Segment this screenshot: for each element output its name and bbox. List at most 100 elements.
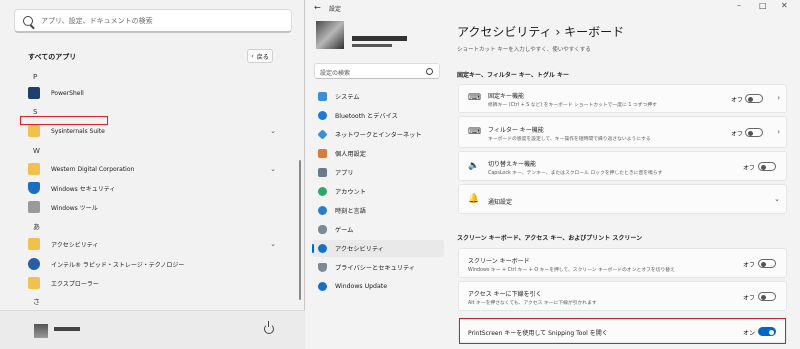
filter-keys-row[interactable]: ⌨ フィルター キー機能 キーボードの感度を設定して、キー操作を短時間で繰り返さ… <box>458 116 787 148</box>
profile-email-redacted <box>352 44 392 47</box>
profile-avatar[interactable] <box>316 21 344 49</box>
app-intel-rst[interactable]: インテル® ラピッド・ストレージ・テクノロジー <box>28 255 278 273</box>
page-subtitle: ショートカット キーを入力しやすく、使いやすくする <box>457 47 591 53</box>
toggle-keys-desc: CapsLock キー、テンキー、またはスクロール ロックを押したときに音を鳴ら… <box>488 171 663 176</box>
title-bar: ← 設定 – □ ✕ <box>305 0 800 16</box>
app-label: Windows ツール <box>51 204 98 212</box>
app-windows-tools[interactable]: Windows ツール <box>28 198 278 216</box>
person-icon <box>318 187 327 196</box>
start-search-placeholder: アプリ、設定、ドキュメントの検索 <box>41 16 153 25</box>
profile-name-redacted <box>352 36 407 41</box>
letter-header-w[interactable]: W <box>33 147 40 155</box>
selection-indicator <box>312 244 314 253</box>
app-powershell[interactable]: PowerShell <box>28 84 278 102</box>
minimize-icon[interactable]: – <box>737 1 741 10</box>
notification-settings-title: 通知設定 <box>488 199 513 206</box>
app-accessibility[interactable]: アクセシビリティ ⌄ <box>28 235 278 253</box>
nav-system[interactable]: システム <box>312 88 444 105</box>
nav-label: アカウント <box>335 189 366 196</box>
power-icon[interactable] <box>264 321 274 334</box>
filter-keys-toggle[interactable] <box>745 128 763 137</box>
accessibility-icon <box>318 244 327 253</box>
nav-time-language[interactable]: 時刻と言語 <box>312 202 444 219</box>
gamepad-icon <box>318 225 327 234</box>
filter-keys-state: オフ <box>731 131 744 138</box>
settings-window: ← 設定 – □ ✕ 設定の検索 システム Bluetooth とデバイス ネッ… <box>305 0 800 349</box>
nav-windows-update[interactable]: Windows Update <box>312 278 444 295</box>
all-apps-title: すべてのアプリ <box>28 53 77 61</box>
underline-toggle[interactable] <box>758 292 776 301</box>
nav-label: ゲーム <box>335 227 354 234</box>
back-button-label: 戻る <box>256 53 269 61</box>
letter-header-p[interactable]: P <box>33 73 37 81</box>
app-label: エクスプローラー <box>51 280 99 288</box>
toggle-keys-toggle[interactable] <box>758 162 776 171</box>
toggle-keys-row[interactable]: 🔈 切り替えキー機能 CapsLock キー、テンキー、またはスクロール ロック… <box>458 151 787 181</box>
maximize-icon[interactable]: □ <box>759 1 767 10</box>
keyboard-icon: ⌨ <box>468 93 481 103</box>
back-arrow-icon[interactable]: ← <box>314 3 321 12</box>
on-screen-keyboard-row[interactable]: スクリーン キーボード Windows キー + Ctrl キー + O キーを… <box>458 248 787 278</box>
nav-label: アプリ <box>335 170 354 177</box>
monitor-icon <box>318 92 327 101</box>
network-icon <box>317 129 328 140</box>
sticky-keys-desc: 修飾キー (Ctrl + S など) をキーボード ショートカットで一度に 1 … <box>488 103 657 108</box>
app-explorer[interactable]: エクスプローラー <box>28 274 278 292</box>
shield-icon <box>28 182 40 194</box>
tools-icon <box>28 201 40 213</box>
letter-header-sa[interactable]: さ <box>33 297 40 307</box>
start-search-box[interactable]: アプリ、設定、ドキュメントの検索 <box>14 9 292 33</box>
nav-apps[interactable]: アプリ <box>312 164 444 181</box>
section-header-filter: 固定キー、フィルター キー、トグル キー <box>457 72 569 79</box>
sticky-keys-toggle[interactable] <box>745 94 763 103</box>
chevron-down-icon[interactable]: ⌄ <box>774 195 780 203</box>
page-title: アクセシビリティ › キーボード <box>457 25 625 39</box>
nav-personalization[interactable]: 個人用設定 <box>312 145 444 162</box>
chevron-left-icon: ‹ <box>251 52 254 60</box>
nav-label: Windows Update <box>335 283 387 290</box>
app-label: インテル® ラピッド・ストレージ・テクノロジー <box>51 261 185 269</box>
underline-access-keys-row[interactable]: アクセス キーに下線を引く Alt キーを押さなくても、アクセス キーに下線が引… <box>458 281 787 311</box>
app-sysinternals-suite[interactable]: Sysinternals Suite ⌄ <box>28 122 278 140</box>
chevron-down-icon: ⌄ <box>270 127 276 135</box>
nav-label: 時刻と言語 <box>335 208 366 215</box>
nav-privacy[interactable]: プライバシーとセキュリティ <box>312 259 444 276</box>
nav-network[interactable]: ネットワークとインターネット <box>312 126 444 143</box>
scrollbar[interactable] <box>299 160 301 300</box>
folder-icon <box>28 125 40 137</box>
close-icon[interactable]: ✕ <box>781 1 788 10</box>
sticky-keys-state: オフ <box>731 97 744 104</box>
chevron-right-icon[interactable]: › <box>777 128 780 136</box>
shield-icon <box>318 263 327 272</box>
sticky-keys-row[interactable]: ⌨ 固定キー機能 修飾キー (Ctrl + S など) をキーボード ショートカ… <box>458 84 787 113</box>
nav-label: システム <box>335 94 360 101</box>
app-windows-security[interactable]: Windows セキュリティ <box>28 179 278 197</box>
app-western-digital[interactable]: Western Digital Corporation ⌄ <box>28 160 278 178</box>
nav-label: ネットワークとインターネット <box>335 132 422 139</box>
folder-icon <box>28 163 40 175</box>
globe-icon <box>318 206 327 215</box>
settings-search-input[interactable]: 設定の検索 <box>314 63 440 79</box>
underline-desc: Alt キーを押さなくても、アクセス キーに下線が引かれます <box>468 301 597 306</box>
nav-gaming[interactable]: ゲーム <box>312 221 444 238</box>
letter-header-a[interactable]: あ <box>33 222 40 232</box>
app-label: Windows セキュリティ <box>51 185 116 193</box>
osk-desc: Windows キー + Ctrl キー + O キーを押して、スクリーン キー… <box>468 268 675 273</box>
bell-icon: 🔔 <box>468 194 480 204</box>
toggle-keys-state: オフ <box>743 165 756 172</box>
apps-icon <box>318 168 327 177</box>
osk-toggle[interactable] <box>758 259 776 268</box>
nav-accessibility[interactable]: アクセシビリティ <box>312 240 444 257</box>
powershell-icon <box>28 87 40 99</box>
letter-header-s[interactable]: S <box>33 108 37 116</box>
notification-settings-row[interactable]: 🔔 通知設定 ⌄ <box>458 184 787 214</box>
chevron-down-icon: ⌄ <box>270 240 276 248</box>
back-button[interactable]: ‹ 戻る <box>247 49 273 63</box>
nav-bluetooth[interactable]: Bluetooth とデバイス <box>312 107 444 124</box>
avatar[interactable] <box>34 324 48 338</box>
nav-label: 個人用設定 <box>335 151 366 158</box>
search-icon <box>426 68 433 75</box>
nav-accounts[interactable]: アカウント <box>312 183 444 200</box>
user-name-redacted <box>54 327 80 331</box>
chevron-right-icon[interactable]: › <box>777 94 780 102</box>
